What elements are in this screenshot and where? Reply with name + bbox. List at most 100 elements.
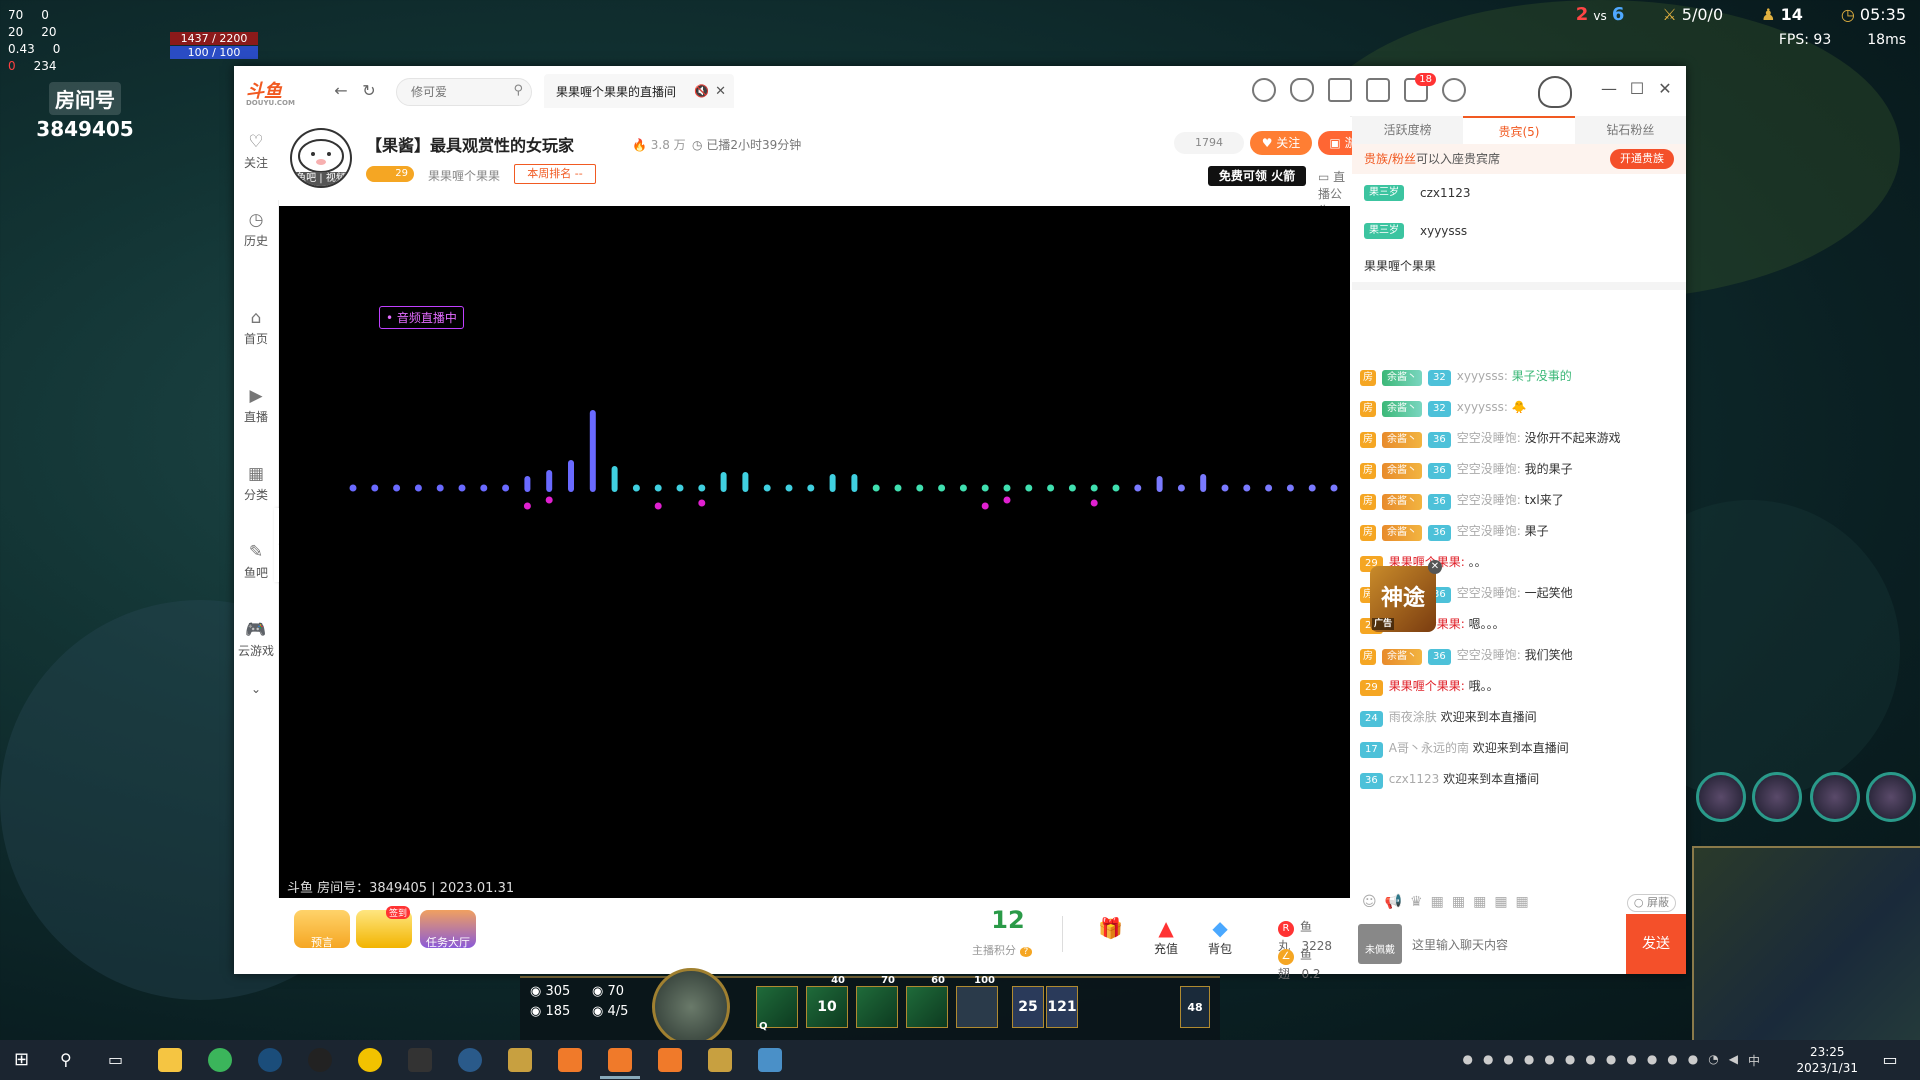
tray-icon[interactable]: ● (1544, 1052, 1554, 1069)
chat-input[interactable] (1410, 926, 1610, 964)
quick-icon[interactable]: ▦ (1516, 894, 1529, 910)
emoji-icon[interactable]: ☺ (1362, 894, 1377, 910)
chat-username[interactable]: 空空没睡饱: (1457, 493, 1521, 507)
chat-message[interactable]: 房余酱丶 36 空空没睡饱: 没你开不起来游戏 (1352, 424, 1686, 455)
chat-message[interactable]: 房余酱丶 36 空空没睡饱: 我的果子 (1352, 455, 1686, 486)
ally-portrait[interactable] (1696, 772, 1746, 822)
tray-icon[interactable]: ● (1667, 1052, 1677, 1069)
tray-icon[interactable]: ● (1647, 1052, 1657, 1069)
app-icon[interactable] (408, 1048, 432, 1072)
search-input[interactable] (397, 79, 513, 105)
ime-icon[interactable]: 中 (1748, 1052, 1760, 1069)
summoner-d[interactable]: 25 (1012, 986, 1044, 1028)
bag-button[interactable]: ◆ 背包 (1208, 916, 1232, 957)
anchor-avatar[interactable]: 鱼吧 | 视频 (290, 128, 352, 188)
summoner-f[interactable]: 121 (1046, 986, 1078, 1028)
chat-message[interactable]: 36 czx1123 欢迎来到本直播间 (1352, 765, 1686, 796)
avatar-tag[interactable]: 鱼吧 | 视频 (292, 172, 350, 186)
history-icon[interactable] (1252, 78, 1276, 102)
barrage-style-icon[interactable]: ▦ (1431, 894, 1444, 910)
user-avatar[interactable] (1538, 76, 1572, 108)
app-icon[interactable] (458, 1048, 482, 1072)
douyu-icon[interactable] (658, 1048, 682, 1072)
shield-toggle[interactable]: ○ 屏蔽 (1626, 894, 1676, 912)
chat-message[interactable]: 房余酱丶 32 xyyysss: 🐥 (1352, 393, 1686, 424)
message-icon[interactable]: 18 (1404, 73, 1436, 102)
refresh-icon[interactable]: ↻ (358, 80, 380, 102)
tray-icon[interactable]: ● (1606, 1052, 1616, 1069)
favorite-icon[interactable] (1290, 78, 1314, 102)
close-icon[interactable]: ✕ (1654, 78, 1676, 100)
skill-r[interactable]: 60 (906, 975, 948, 1028)
chat-username[interactable]: czx1123 (1389, 772, 1440, 786)
network-icon[interactable]: ◔ (1708, 1052, 1718, 1069)
shirt-icon[interactable] (1366, 78, 1390, 102)
tray-icon[interactable]: ● (1626, 1052, 1636, 1069)
gift-button[interactable]: 🎁 (1098, 916, 1123, 940)
preview-button[interactable]: 预言 (294, 910, 350, 950)
tray-icon[interactable]: ● (1565, 1052, 1575, 1069)
vip-row[interactable]: 果三岁 xyyysss (1352, 212, 1686, 250)
minimap[interactable] (1692, 846, 1920, 1046)
minimize-icon[interactable]: — (1598, 78, 1620, 100)
vip-row[interactable]: 果三岁 czx1123 (1352, 174, 1686, 212)
recharge-button[interactable]: ▲ 充值 (1154, 916, 1178, 957)
crown-icon[interactable]: ♛ (1410, 894, 1423, 910)
free-rocket-button[interactable]: 免费可领 火箭 (1208, 166, 1306, 186)
hot-icon[interactable]: ▦ (1494, 894, 1507, 910)
tab-activity-rank[interactable]: 活跃度榜 (1352, 116, 1463, 144)
douyu-icon[interactable] (558, 1048, 582, 1072)
chat-username[interactable]: 果果喱个果果: (1389, 679, 1465, 693)
item-slot[interactable]: 48 (1180, 986, 1210, 1028)
game-icon[interactable] (358, 1048, 382, 1072)
notification-icon[interactable]: ▭ (1878, 1048, 1902, 1072)
sidebar-more-icon[interactable]: ⌄ (234, 682, 278, 696)
windows-start-icon[interactable]: ⊞ (14, 1048, 38, 1072)
qq-icon[interactable] (308, 1048, 332, 1072)
video-player[interactable]: • 音频直播中 斗鱼 房间号：3849405 | 2023.01.31 (279, 206, 1350, 898)
open-noble-button[interactable]: 开通贵族 (1610, 149, 1674, 169)
tray-icon[interactable]: ● (1524, 1052, 1534, 1069)
chat-message[interactable]: 17 A哥丶永远的南 欢迎来到本直播间 (1352, 734, 1686, 765)
skill-r2[interactable]: 100 (956, 975, 998, 1028)
sidebar-item-home[interactable]: ⌂ 首页 (234, 308, 278, 347)
chat-message[interactable]: 房余酱丶 36 空空没睡饱: 果子 (1352, 517, 1686, 548)
sign-in-button[interactable]: 签到 (356, 906, 412, 948)
help-icon[interactable]: ? (1019, 947, 1033, 957)
send-button[interactable]: 发送 (1626, 914, 1686, 974)
skill-w[interactable]: 10 40 (806, 975, 848, 1028)
chat-username[interactable]: 雨夜涂肤 (1389, 710, 1437, 724)
browser-icon[interactable] (208, 1048, 232, 1072)
chat-username[interactable]: 空空没睡饱: (1457, 586, 1521, 600)
sidebar-item-live[interactable]: ▶ 直播 (234, 386, 278, 425)
week-rank-button[interactable]: 本周排名 -- (514, 164, 596, 184)
douyu-logo[interactable]: 斗鱼 DOUYU.COM (246, 77, 310, 107)
chat-message[interactable]: 房余酱丶 36 空空没睡饱: 我们笑他 (1352, 641, 1686, 672)
task-hall-button[interactable]: 任务大厅 (420, 910, 476, 950)
tray-icon[interactable]: ● (1483, 1052, 1493, 1069)
chat-username[interactable]: xyyysss: (1457, 400, 1508, 414)
volume-icon[interactable]: ◀ (1729, 1052, 1738, 1069)
sidebar-item-follow[interactable]: ♡ 关注 (234, 132, 278, 171)
file-explorer-icon[interactable] (158, 1048, 182, 1072)
steam-icon[interactable] (258, 1048, 282, 1072)
search-box[interactable]: ⚲ (396, 78, 532, 106)
skill-e[interactable]: 70 (856, 975, 898, 1028)
ally-portrait[interactable] (1866, 772, 1916, 822)
chat-username[interactable]: A哥丶永远的南 (1389, 741, 1469, 755)
chat-message[interactable]: 房余酱丶 32 xyyysss: 果子没事的 (1352, 362, 1686, 393)
taskbar-clock[interactable]: 23:25 2023/1/31 (1796, 1044, 1858, 1076)
anchor-name[interactable]: 果果喱个果果 (428, 167, 500, 184)
lol-icon[interactable] (708, 1048, 732, 1072)
app-icon[interactable] (508, 1048, 532, 1072)
tray-icon[interactable]: ● (1503, 1052, 1513, 1069)
color-icon[interactable]: ▦ (1452, 894, 1465, 910)
horn-icon[interactable]: 📢 (1385, 894, 1402, 910)
douyu-icon[interactable] (608, 1048, 632, 1072)
champion-portrait[interactable] (652, 968, 730, 1046)
tab-live-room[interactable]: 果果喱个果果的直播间 🔇 ✕ (544, 74, 734, 110)
tray-icon[interactable]: ● (1585, 1052, 1595, 1069)
chat-message[interactable]: 24 雨夜涂肤 欢迎来到本直播间 (1352, 703, 1686, 734)
ally-portrait[interactable] (1752, 772, 1802, 822)
mute-icon[interactable]: 🔇 (694, 84, 709, 98)
